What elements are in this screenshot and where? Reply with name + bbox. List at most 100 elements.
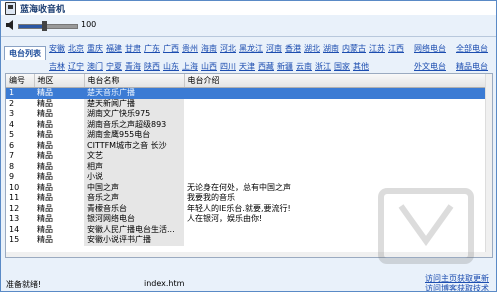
province-row-2: 吉林 辽宁 澳门 宁夏 青海 陕西 山东 上海 山西 四川 天津 西藏 新疆 云南 浙江 国家 其他 — [49, 61, 372, 72]
cell-region: 精品 — [37, 109, 53, 118]
cell-id: 11 — [9, 193, 20, 202]
cell-region: 精品 — [37, 235, 53, 244]
watermark-logo — [378, 188, 474, 264]
cell-name: CITTFM城市之音 长沙 — [84, 140, 184, 151]
province-link[interactable]: 内蒙古 — [342, 44, 366, 53]
province-link[interactable]: 安徽 — [49, 44, 65, 53]
cell-id: 9 — [9, 172, 15, 181]
cell-name: 湖南音乐之声超级893 — [84, 119, 184, 130]
cell-region: 精品 — [37, 119, 53, 129]
province-link[interactable]: 云南 — [296, 62, 312, 71]
province-link[interactable]: 湖北 — [304, 44, 320, 53]
cell-region: 精品 — [37, 130, 53, 139]
volume-slider-thumb[interactable] — [42, 21, 48, 31]
province-link[interactable]: 辽宁 — [68, 62, 84, 71]
link-foreign-radio[interactable]: 外文电台 — [414, 61, 446, 72]
cell-id: 2 — [9, 98, 15, 108]
cell-id: 5 — [9, 130, 15, 139]
cell-id: 1 — [6, 87, 34, 99]
table-row[interactable]: 1 精品 楚天音乐广播 — [6, 87, 486, 99]
cell-id: 14 — [9, 224, 20, 234]
cell-name: 小说 — [84, 172, 184, 183]
province-link[interactable]: 浙江 — [315, 62, 331, 71]
link-blog-tech[interactable]: 访问博客获取技术 — [425, 283, 489, 291]
volume-bar: 100 — [1, 16, 496, 34]
column-header-id[interactable]: 编号 — [6, 74, 35, 88]
province-link[interactable]: 湖南 — [323, 44, 339, 53]
province-link[interactable]: 其他 — [353, 62, 369, 71]
cell-name: 楚天新闻广播 — [84, 98, 184, 109]
province-link[interactable]: 海南 — [201, 44, 217, 53]
link-featured-radio[interactable]: 精品电台 — [456, 61, 488, 72]
cell-id: 4 — [9, 119, 15, 129]
cell-region: 精品 — [37, 172, 53, 181]
cell-name: 文艺 — [84, 151, 184, 162]
table-row[interactable]: 7 精品 文艺 — [6, 151, 486, 162]
cell-region: 精品 — [37, 224, 53, 234]
link-network-radio[interactable]: 网络电台 — [414, 43, 446, 54]
province-link[interactable]: 青海 — [125, 62, 141, 71]
province-link[interactable]: 上海 — [182, 62, 198, 71]
cell-region: 精品 — [37, 203, 53, 213]
table-row[interactable]: 2 精品 楚天新闻广播 — [6, 98, 486, 109]
volume-value: 100 — [81, 20, 97, 29]
province-link[interactable]: 河南 — [266, 44, 282, 53]
province-link[interactable]: 甘肃 — [125, 44, 141, 53]
column-header-name[interactable]: 电台名称 — [84, 74, 185, 88]
province-link[interactable]: 吉林 — [49, 62, 65, 71]
province-link[interactable]: 西藏 — [258, 62, 274, 71]
province-link[interactable]: 贵州 — [182, 44, 198, 53]
cell-desc — [184, 151, 486, 162]
page-name: index.htm — [144, 279, 185, 288]
table-row[interactable]: 3 精品 湖南文广快乐975 — [6, 109, 486, 120]
category-area: 电台列表 安徽 北京 重庆 福建 甘肃 广东 广西 贵州 海南 河北 黑龙江 河南 香港 湖北 湖南 内蒙古江… — [1, 37, 496, 73]
province-link[interactable]: 天津 — [239, 62, 255, 71]
province-link[interactable]: 广东 — [144, 44, 160, 53]
table-row[interactable]: 6 精品 CITTFM城市之音 长沙 — [6, 140, 486, 151]
province-link[interactable]: 宁夏 — [106, 62, 122, 71]
cell-id: 12 — [9, 203, 20, 213]
column-header-region[interactable]: 地区 — [34, 74, 85, 88]
title-bar: 蓝海收音机 — [1, 1, 496, 15]
province-link[interactable]: 国家 — [334, 62, 350, 71]
cell-id: 6 — [9, 140, 15, 150]
province-link[interactable]: 山东 — [163, 62, 179, 71]
app-window: 蓝海收音机 100 电台列表 安徽 北京 重庆 福建 甘肃 广东 广西 贵州 海南 河北 黑龙江 河南… — [0, 0, 497, 292]
status-bar: 准备就绪! index.htm — [1, 274, 496, 291]
tab-station-list[interactable]: 电台列表 — [4, 46, 46, 60]
cell-desc — [184, 162, 486, 173]
cell-region: 精品 — [37, 161, 53, 171]
speaker-icon[interactable] — [5, 19, 17, 31]
cell-name: 安徽人民广播电台生活... — [84, 224, 184, 235]
province-link[interactable]: 江苏 — [369, 44, 385, 53]
cell-name: 湖南金鹰955电台 — [84, 130, 184, 141]
cell-region: 精品 — [37, 98, 53, 108]
province-link[interactable]: 福建 — [106, 44, 122, 53]
cell-desc — [184, 120, 486, 131]
table-row[interactable]: 4 精品 湖南音乐之声超级893 — [6, 119, 486, 131]
province-link[interactable]: 山西 — [201, 62, 217, 71]
column-header-desc[interactable]: 电台介绍 — [184, 74, 487, 88]
cell-name: 楚天音乐广播 — [84, 87, 184, 99]
table-row[interactable]: 8 精品 相声 — [6, 161, 486, 173]
province-link[interactable]: 香港 — [285, 44, 301, 53]
link-all-radio[interactable]: 全部电台 — [456, 43, 488, 54]
cell-desc — [184, 109, 486, 120]
province-link[interactable]: 澳门 — [87, 62, 103, 71]
province-link[interactable]: 江西 — [388, 44, 404, 53]
cell-id: 3 — [9, 109, 15, 118]
vertical-scrollbar[interactable] — [485, 74, 492, 257]
province-link[interactable]: 广西 — [163, 44, 179, 53]
province-link[interactable]: 河北 — [220, 44, 236, 53]
table-row[interactable]: 5 精品 湖南金鹰955电台 — [6, 130, 486, 141]
radio-icon — [5, 2, 16, 15]
cell-region: 精品 — [37, 140, 53, 150]
province-link[interactable]: 新疆 — [277, 62, 293, 71]
volume-slider[interactable] — [18, 21, 78, 31]
province-link[interactable]: 黑龙江 — [239, 44, 263, 53]
province-link[interactable]: 四川 — [220, 62, 236, 71]
province-link[interactable]: 陕西 — [144, 62, 160, 71]
province-link[interactable]: 北京 — [68, 44, 84, 53]
province-link[interactable]: 重庆 — [87, 44, 103, 53]
cell-id: 10 — [9, 182, 20, 192]
